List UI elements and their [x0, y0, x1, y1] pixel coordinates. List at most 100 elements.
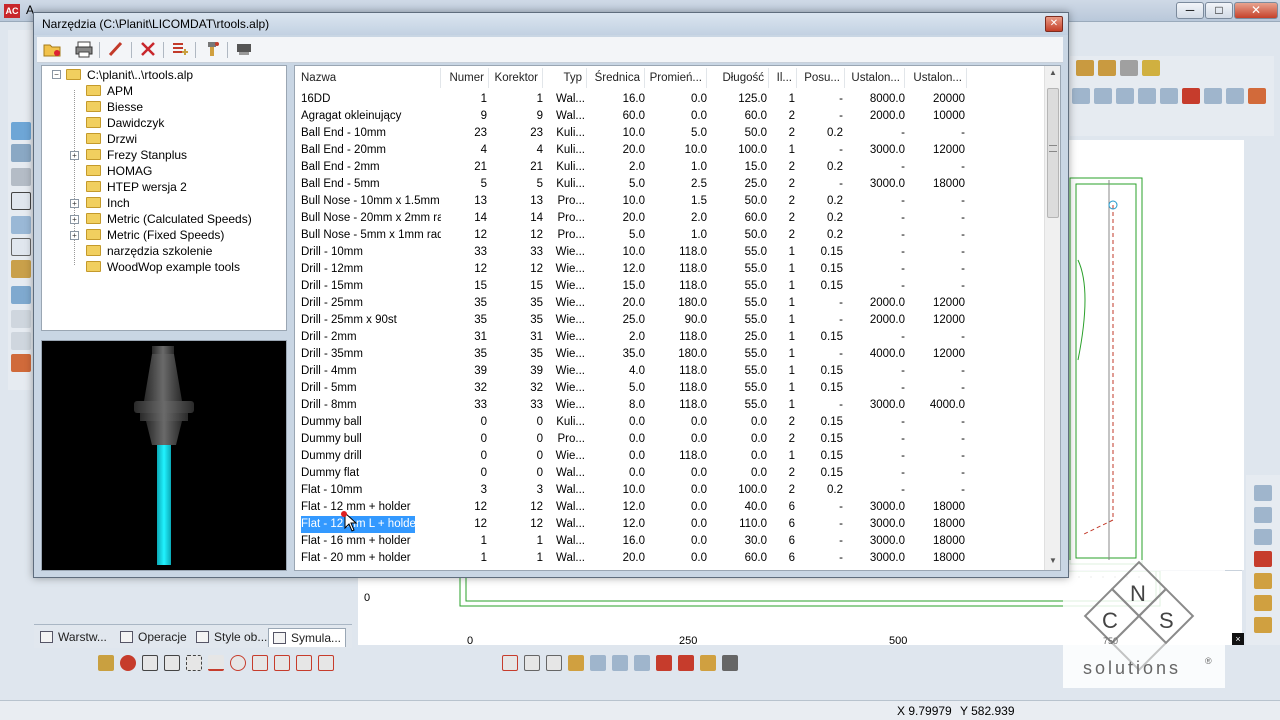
toolpath-icon[interactable] [568, 655, 584, 671]
dotted-line-icon[interactable] [186, 655, 202, 671]
table-row[interactable]: Drill - 2mm 31 31 Wie... 2.0 118.0 25.0 1 0.15 - - [295, 329, 1045, 346]
tab-simulation[interactable]: Symula... [268, 628, 347, 647]
scroll-down-arrow-icon[interactable]: ▼ [1045, 556, 1060, 565]
vertical-scrollbar[interactable]: ▲ ▼ [1044, 66, 1060, 570]
edit-pencil-icon[interactable] [105, 40, 127, 60]
tree-root[interactable]: C:\planit\..\rtools.alp [66, 67, 193, 83]
print-icon[interactable] [73, 40, 95, 60]
box-icon[interactable] [502, 655, 518, 671]
column-header[interactable]: Numer [443, 68, 489, 88]
table-row[interactable]: Flat - 16 mm + holder 1 1 Wal... 16.0 0.0 30.0… [295, 533, 1045, 550]
tab-layers[interactable]: Warstw... [36, 628, 111, 647]
tree-root-collapse-toggle[interactable]: − [52, 70, 61, 79]
view-tool-icon[interactable] [11, 332, 31, 350]
machine-setup-icon[interactable] [722, 655, 738, 671]
tree-expand-toggle[interactable]: + [70, 151, 79, 160]
copy-special-icon[interactable] [164, 655, 180, 671]
trim-tool-icon[interactable] [11, 238, 31, 256]
column-header[interactable]: Posu... [799, 68, 845, 88]
tree-expand-toggle[interactable]: + [70, 231, 79, 240]
side-icon-5[interactable] [1254, 573, 1272, 589]
table-row[interactable]: Dummy bull 0 0 Pro... 0.0 0.0 0.0 2 0.15 - - [295, 431, 1045, 448]
column-header[interactable]: Typ [547, 68, 587, 88]
table-row[interactable]: Ball End - 5mm 5 5 Kuli... 5.0 2.5 25.0 2 - 3000.… [295, 176, 1045, 193]
toolbar-icon-10[interactable] [1182, 88, 1200, 104]
tree-item[interactable]: Metric (Fixed Speeds) [86, 227, 224, 243]
simulate-icon[interactable] [656, 655, 672, 671]
solid-icon[interactable] [524, 655, 540, 671]
tree-item[interactable]: Dawidczyk [86, 115, 164, 131]
tree-item[interactable]: APM [86, 83, 133, 99]
add-tool-icon[interactable] [169, 40, 191, 60]
tree-item[interactable]: HOMAG [86, 163, 152, 179]
toolbar-icon-7[interactable] [1116, 88, 1134, 104]
table-row[interactable]: Drill - 4mm 39 39 Wie... 4.0 118.0 55.0 1 0.15 - - [295, 363, 1045, 380]
select-tool-icon[interactable] [11, 122, 31, 140]
machine-icon[interactable] [233, 40, 255, 60]
toolbar-icon-1[interactable] [1076, 60, 1094, 76]
drill-icon[interactable] [634, 655, 650, 671]
open-folder-icon[interactable] [41, 40, 63, 60]
table-row[interactable]: Agragat okleinujący 9 9 Wal... 60.0 0.0 60.0 2 -… [295, 108, 1045, 125]
machine-tool-icon[interactable] [11, 286, 31, 304]
delete-icon[interactable] [137, 40, 159, 60]
draw-line-icon[interactable] [208, 655, 224, 671]
drawing-canvas[interactable] [1062, 140, 1244, 570]
table-row[interactable]: Ball End - 2mm 21 21 Kuli... 2.0 1.0 15.0 2 0.2 -… [295, 159, 1045, 176]
table-row-selected[interactable]: Flat - 12 mm L + holder 12 12 Wal... 12.0 0.0… [295, 516, 1045, 533]
column-header[interactable]: Długość [711, 68, 769, 88]
tab-operations[interactable]: Operacje [116, 628, 191, 647]
column-header[interactable]: Nazwa [301, 68, 441, 88]
table-row[interactable]: Drill - 8mm 33 33 Wie... 8.0 118.0 55.0 1 - 3000.… [295, 397, 1045, 414]
maximize-button[interactable]: □ [1205, 2, 1233, 19]
corner-tool-icon[interactable] [11, 354, 31, 372]
side-icon-1[interactable] [1254, 485, 1272, 501]
profile-icon[interactable] [612, 655, 628, 671]
table-row[interactable]: 16DD 1 1 Wal... 16.0 0.0 125.0 1 - 8000.0 20000 [295, 91, 1045, 108]
line-tool-icon[interactable] [11, 192, 31, 210]
tree-item[interactable]: Metric (Calculated Speeds) [86, 211, 252, 227]
tree-item[interactable]: HTEP wersja 2 [86, 179, 187, 195]
tree-item[interactable]: narzędzia szkolenie [86, 243, 212, 259]
toolbar-icon-6[interactable] [1094, 88, 1112, 104]
table-row[interactable]: Drill - 10mm 33 33 Wie... 10.0 118.0 55.0 1 0.15… [295, 244, 1045, 261]
post-icon[interactable] [700, 655, 716, 671]
tree-item[interactable]: Inch [86, 195, 130, 211]
side-icon-6[interactable] [1254, 595, 1272, 611]
table-row[interactable]: Drill - 35mm 35 35 Wie... 35.0 180.0 55.0 1 - 400… [295, 346, 1045, 363]
close-small-icon[interactable]: × [1232, 633, 1244, 645]
tree-item[interactable]: Drzwi [86, 131, 137, 147]
ruler-icon[interactable] [98, 655, 114, 671]
tree-item[interactable]: Frezy Stanplus [86, 147, 187, 163]
table-row[interactable]: Bull Nose - 20mm x 2mm rad 14 14 Pro... 20.0… [295, 210, 1045, 227]
mirror-icon[interactable] [318, 655, 334, 671]
table-row[interactable]: Drill - 25mm x 90st 35 35 Wie... 25.0 90.0 55.… [295, 312, 1045, 329]
column-header[interactable]: Korektor [491, 68, 543, 88]
side-icon-3[interactable] [1254, 529, 1272, 545]
column-header[interactable]: Średnica [589, 68, 645, 88]
column-header[interactable]: Il... [771, 68, 797, 88]
grid-icon[interactable] [274, 655, 290, 671]
side-icon-2[interactable] [1254, 507, 1272, 523]
verify-icon[interactable] [678, 655, 694, 671]
table-row[interactable]: Bull Nose - 5mm x 1mm rad 12 12 Pro... 5.0 1.… [295, 227, 1045, 244]
column-header[interactable]: Promień... [649, 68, 707, 88]
scrollbar-thumb[interactable] [1047, 88, 1059, 218]
side-icon-4[interactable] [1254, 551, 1272, 567]
table-row[interactable]: Dummy ball 0 0 Kuli... 0.0 0.0 0.0 2 0.15 - - [295, 414, 1045, 431]
copy-icon[interactable] [142, 655, 158, 671]
table-row[interactable]: Flat - 12 mm + holder 12 12 Wal... 12.0 0.0 40… [295, 499, 1045, 516]
toolbar-icon-12[interactable] [1226, 88, 1244, 104]
hatch-icon[interactable] [120, 655, 136, 671]
table-row[interactable]: Dummy flat 0 0 Wal... 0.0 0.0 0.0 2 0.15 - - [295, 465, 1045, 482]
layer-icon[interactable] [11, 168, 31, 186]
tool-icon[interactable] [11, 144, 31, 162]
column-header[interactable]: Ustalon... [909, 68, 967, 88]
dimension-icon[interactable] [252, 655, 268, 671]
table-row[interactable]: Bull Nose - 10mm x 1.5mm ... 13 13 Pro... 10… [295, 193, 1045, 210]
arc-tool-icon[interactable] [11, 216, 31, 234]
tree-expand-toggle[interactable]: + [70, 199, 79, 208]
table-row[interactable]: Flat - 10mm 3 3 Wal... 10.0 0.0 100.0 2 0.2 - - [295, 482, 1045, 499]
measure-tool-icon[interactable] [11, 260, 31, 278]
spline-icon[interactable] [546, 655, 562, 671]
